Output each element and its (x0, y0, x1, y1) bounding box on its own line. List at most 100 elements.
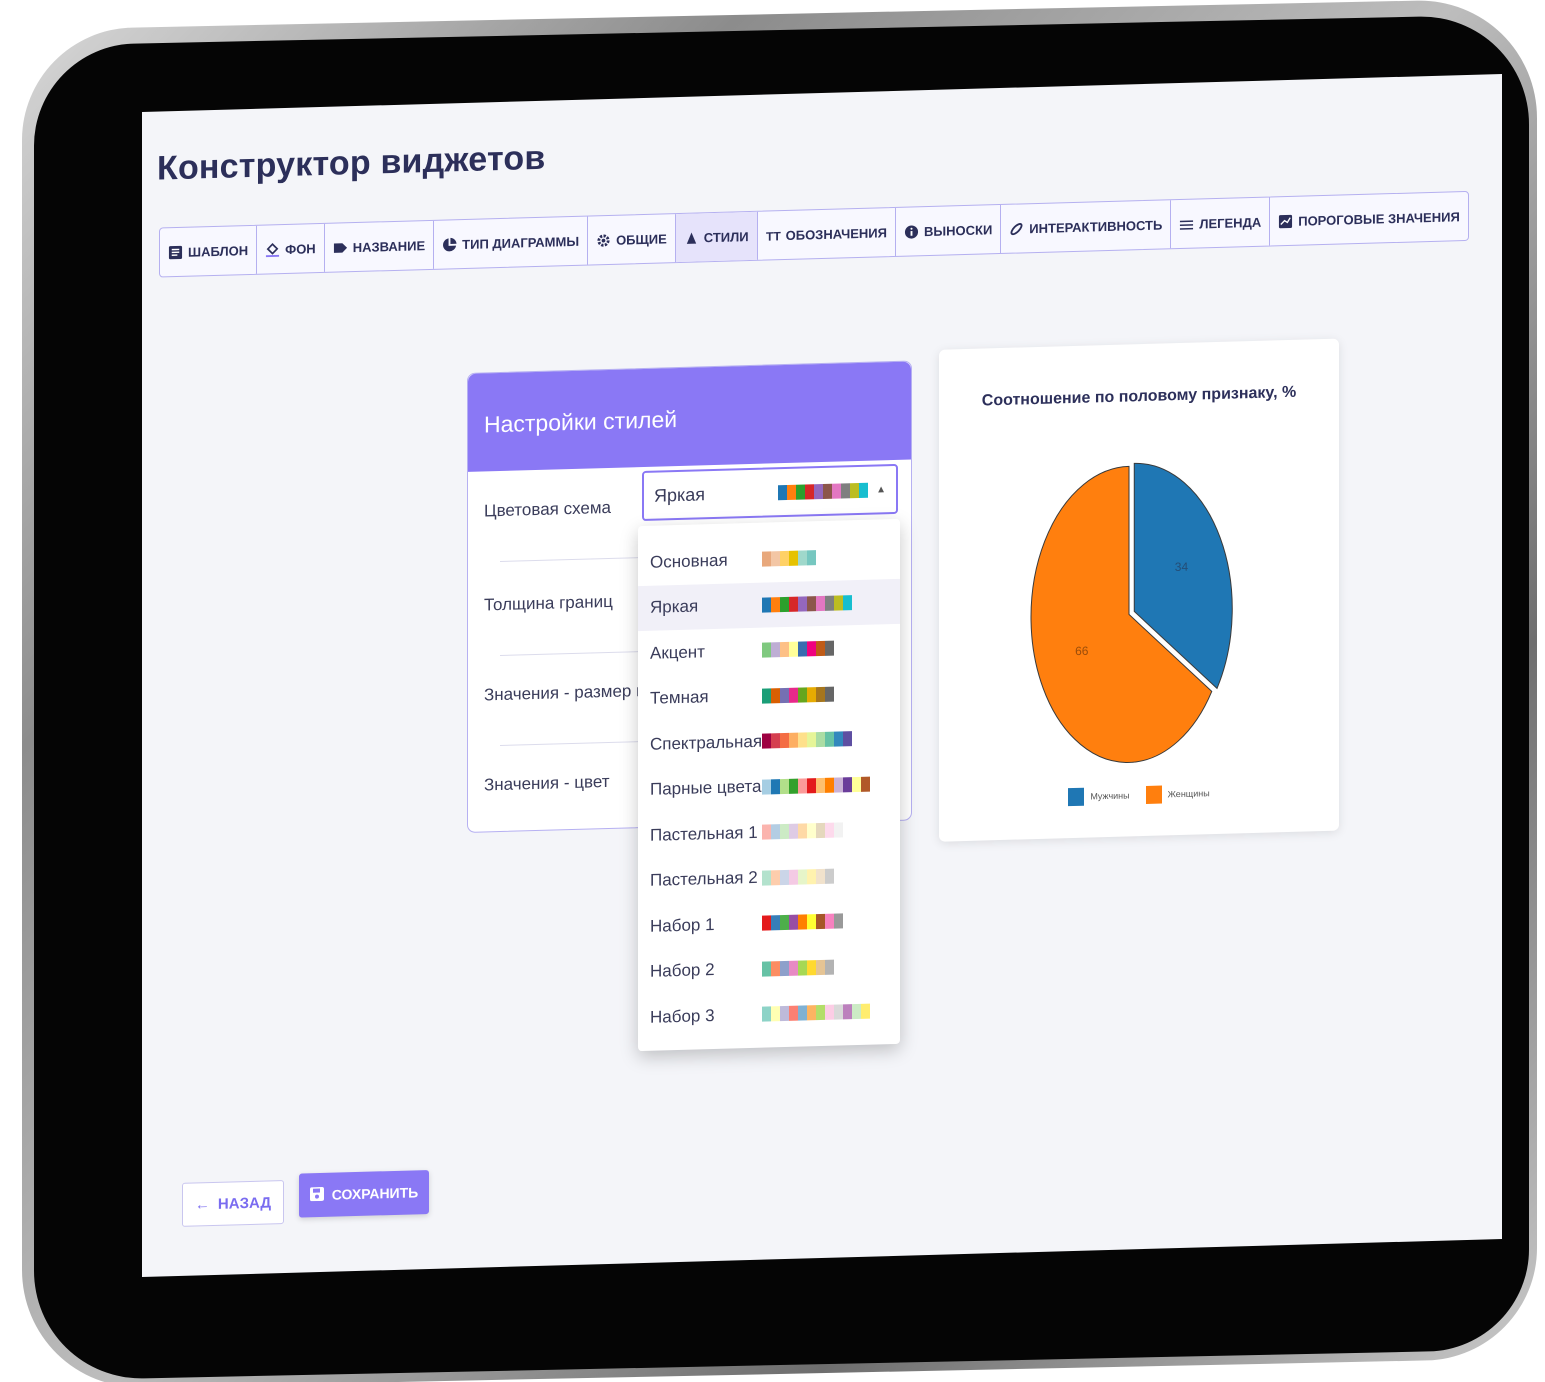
chart-preview-card: Соотношение по половому признаку, % 34 66… (939, 338, 1339, 842)
tab-paint-bucket[interactable]: ФОН (257, 223, 325, 274)
selected-scheme-value: Яркая (654, 483, 706, 506)
scheme-option[interactable]: Темная (638, 669, 900, 722)
tab-label: ЛЕГЕНДА (1199, 214, 1262, 231)
color-swatch (798, 550, 807, 566)
scheme-option[interactable]: Набор 3 (638, 988, 900, 1041)
pie-data-label: 34 (1175, 560, 1189, 574)
arrow-left-icon: ← (194, 1195, 210, 1214)
legend-item[interactable]: Мужчины (1068, 786, 1130, 807)
color-swatch (771, 642, 780, 658)
tab-link[interactable]: ИНТЕРАКТИВНОСТЬ (1001, 200, 1172, 253)
color-swatch (771, 1006, 780, 1022)
tab-palette[interactable]: СТИЛИ (675, 211, 758, 263)
floppy-disk-icon (309, 1186, 324, 1203)
border-width-label: Толщина границ (484, 591, 613, 615)
scheme-option[interactable]: Акцент (638, 624, 900, 677)
scheme-option[interactable]: Набор 1 (638, 897, 900, 950)
legend-item[interactable]: Женщины (1145, 784, 1210, 804)
scheme-option[interactable]: Набор 2 (638, 942, 900, 995)
info-icon (904, 224, 919, 239)
template-icon (168, 244, 183, 259)
tab-text-size[interactable]: Tт ОБОЗНАЧЕНИЯ (757, 207, 896, 260)
scheme-option-swatches (762, 1003, 870, 1022)
color-swatch (798, 914, 807, 930)
color-swatch (834, 913, 843, 929)
color-scheme-select[interactable]: Яркая ▲ (642, 463, 898, 522)
scheme-option-label: Набор 3 (650, 1005, 715, 1027)
color-swatch (834, 1004, 843, 1020)
scheme-option-swatches (762, 822, 843, 840)
color-swatch (789, 550, 798, 567)
color-swatch (771, 687, 780, 704)
color-swatch (798, 732, 807, 748)
tab-label: ОБОЗНАЧЕНИЯ (785, 224, 887, 243)
color-swatch (778, 484, 788, 500)
color-swatch (816, 777, 825, 793)
tab-info[interactable]: ВЫНОСКИ (896, 204, 1002, 256)
tab-threshold[interactable]: ПОРОГОВЫЕ ЗНАЧЕНИЯ (1270, 192, 1468, 246)
tab-label: ФОН (285, 240, 316, 257)
scheme-option-swatches (762, 868, 834, 886)
color-swatch (762, 688, 771, 704)
tab-pie-chart[interactable]: ТИП ДИАГРАММЫ (434, 216, 589, 269)
pie-chart: 34 66 (1030, 462, 1233, 763)
color-swatch (789, 596, 798, 612)
color-swatch (816, 641, 825, 657)
color-swatch (816, 914, 825, 930)
scheme-option[interactable]: Пастельная 2 (638, 851, 900, 904)
color-swatch (789, 732, 798, 749)
pie-chart-icon (442, 237, 457, 252)
paint-bucket-icon (265, 242, 280, 257)
color-swatch (825, 868, 834, 884)
link-icon (1009, 221, 1024, 236)
tab-gear[interactable]: ОБЩИЕ (588, 214, 676, 265)
tab-label: СТИЛИ (703, 228, 749, 245)
color-swatch (825, 959, 834, 975)
tab-label[interactable]: НАЗВАНИЕ (324, 220, 435, 272)
scheme-option[interactable]: Основная (638, 533, 900, 586)
color-swatch (798, 869, 807, 885)
pie-data-label: 66 (1075, 644, 1089, 658)
color-swatch (807, 641, 816, 657)
scheme-option-label: Темная (650, 687, 709, 709)
color-swatch (762, 733, 771, 749)
color-swatch (762, 597, 771, 613)
color-swatch (771, 596, 780, 613)
save-button[interactable]: СОХРАНИТЬ (299, 1169, 429, 1218)
color-swatch (789, 914, 798, 931)
color-swatch (798, 960, 807, 976)
threshold-icon (1278, 213, 1293, 228)
app-screen: Конструктор виджетов ШАБЛОН ФОН НАЗВАНИЕ ТИ… (142, 74, 1502, 1278)
tab-template[interactable]: ШАБЛОН (160, 225, 258, 277)
color-swatch (825, 731, 834, 748)
color-swatch (780, 1006, 789, 1022)
scheme-option-swatches (762, 776, 870, 795)
color-swatch (771, 915, 780, 931)
color-swatch (771, 824, 780, 840)
selected-scheme-swatches (778, 482, 869, 500)
scheme-option[interactable]: Яркая (638, 578, 900, 632)
color-swatch (780, 596, 789, 612)
color-swatch (823, 483, 833, 499)
color-swatch (852, 1004, 861, 1020)
color-swatch (825, 595, 834, 611)
scheme-option[interactable]: Пастельная 1 (638, 806, 900, 859)
color-swatch (843, 1004, 852, 1020)
color-swatch (807, 914, 816, 930)
scheme-option-swatches (762, 550, 816, 567)
value-color-label: Значения - цвет (484, 771, 610, 795)
scheme-option[interactable]: Парные цвета (638, 760, 900, 813)
color-swatch (789, 960, 798, 976)
back-button[interactable]: ← НАЗАД (182, 1180, 284, 1227)
color-swatch (762, 915, 771, 931)
scheme-option[interactable]: Спектральная (638, 715, 900, 768)
color-swatch (798, 823, 807, 839)
scheme-option-label: Акцент (650, 642, 705, 663)
color-swatch (780, 687, 789, 703)
chart-title: Соотношение по половому признаку, % (981, 383, 1297, 410)
palette-icon (684, 230, 699, 245)
tab-legend[interactable]: ЛЕГЕНДА (1171, 197, 1271, 249)
color-swatch (789, 687, 798, 703)
color-swatch (780, 915, 789, 931)
color-swatch (762, 779, 771, 795)
